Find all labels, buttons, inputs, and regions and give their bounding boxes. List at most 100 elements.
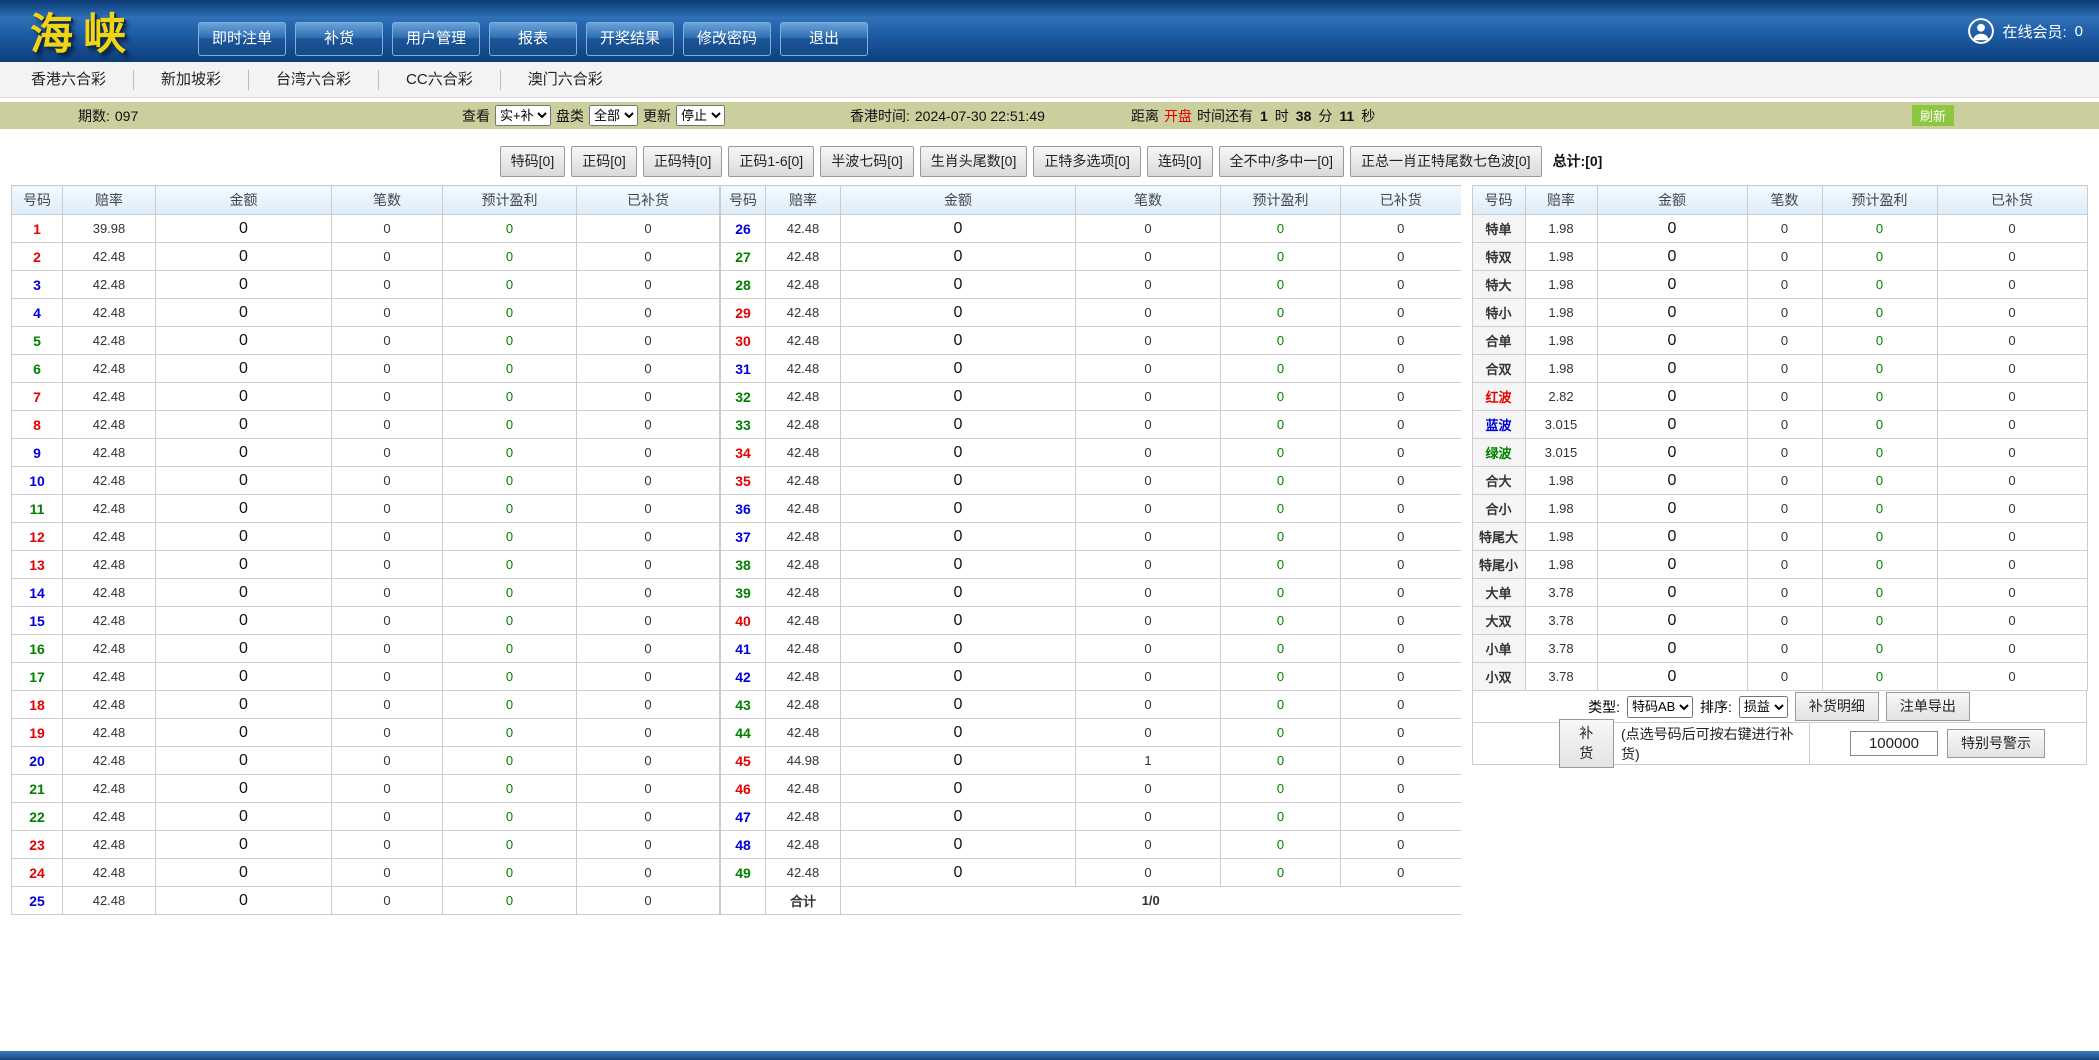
special-bet-row[interactable]: 特单1.980000 (1472, 215, 2087, 243)
bet-category-filter-button[interactable]: 全不中/多中一[0] (1219, 146, 1344, 177)
number-row[interactable]: 4544.980100 (721, 747, 1461, 775)
number-row[interactable]: 2642.480000 (721, 215, 1461, 243)
number-row[interactable]: 1842.480000 (12, 691, 720, 719)
number-row[interactable]: 4342.480000 (721, 691, 1461, 719)
special-bet-row[interactable]: 合双1.980000 (1472, 355, 2087, 383)
special-bet-row[interactable]: 红波2.820000 (1472, 383, 2087, 411)
number-row[interactable]: 2242.480000 (12, 803, 720, 831)
special-bet-row[interactable]: 小单3.780000 (1472, 635, 2087, 663)
special-bet-row[interactable]: 大双3.780000 (1472, 607, 2087, 635)
number-row[interactable]: 1542.480000 (12, 607, 720, 635)
special-bet-row[interactable]: 绿波3.0150000 (1472, 439, 2087, 467)
number-row[interactable]: 1042.480000 (12, 467, 720, 495)
nav-draw-results[interactable]: 开奖结果 (586, 22, 674, 56)
nav-user-management[interactable]: 用户管理 (392, 22, 480, 56)
sort-select[interactable]: 损益 (1739, 696, 1788, 718)
tab-singapore-lottery[interactable]: 新加坡彩 (134, 70, 249, 90)
number-row[interactable]: 4842.480000 (721, 831, 1461, 859)
tab-hk-lottery[interactable]: 香港六合彩 (4, 70, 134, 90)
special-bet-row[interactable]: 特尾小1.980000 (1472, 551, 2087, 579)
number-row[interactable]: 3642.480000 (721, 495, 1461, 523)
number-row[interactable]: 2342.480000 (12, 831, 720, 859)
tab-taiwan-lottery[interactable]: 台湾六合彩 (249, 70, 379, 90)
special-bet-row[interactable]: 合单1.980000 (1472, 327, 2087, 355)
bet-category-filter-button[interactable]: 连码[0] (1147, 146, 1213, 177)
tab-macau-lottery[interactable]: 澳门六合彩 (501, 70, 630, 90)
number-row[interactable]: 2442.480000 (12, 859, 720, 887)
refresh-button[interactable]: 刷新 (1912, 105, 1954, 126)
update-select[interactable]: 停止 (676, 105, 725, 126)
type-select[interactable]: 特码AB (1627, 696, 1693, 718)
restock-button[interactable]: 补货 (1559, 719, 1614, 768)
number-row[interactable]: 542.480000 (12, 327, 720, 355)
number-row[interactable]: 3842.480000 (721, 551, 1461, 579)
number-row[interactable]: 3542.480000 (721, 467, 1461, 495)
number-row[interactable]: 139.980000 (12, 215, 720, 243)
bet-category-filter-button[interactable]: 特码[0] (500, 146, 566, 177)
number-row[interactable]: 242.480000 (12, 243, 720, 271)
restock-detail-button[interactable]: 补货明细 (1795, 692, 1879, 721)
number-row[interactable]: 942.480000 (12, 439, 720, 467)
special-bet-row[interactable]: 合小1.980000 (1472, 495, 2087, 523)
number-row[interactable]: 2042.480000 (12, 747, 720, 775)
special-bet-row[interactable]: 特双1.980000 (1472, 243, 2087, 271)
number-row[interactable]: 3342.480000 (721, 411, 1461, 439)
number-row[interactable]: 4742.480000 (721, 803, 1461, 831)
nav-logout[interactable]: 退出 (780, 22, 868, 56)
tab-cc-lottery[interactable]: CC六合彩 (379, 70, 501, 90)
number-row[interactable]: 1342.480000 (12, 551, 720, 579)
bet-count-value: 0 (1747, 607, 1822, 635)
number-row[interactable]: 4442.480000 (721, 719, 1461, 747)
number-row[interactable]: 1742.480000 (12, 663, 720, 691)
number-row[interactable]: 2142.480000 (12, 775, 720, 803)
special-bet-row[interactable]: 特大1.980000 (1472, 271, 2087, 299)
number-row[interactable]: 3242.480000 (721, 383, 1461, 411)
number-row[interactable]: 2842.480000 (721, 271, 1461, 299)
alert-amount-input[interactable] (1850, 731, 1938, 756)
special-number-alert-button[interactable]: 特别号警示 (1947, 729, 2045, 758)
nav-instant-orders[interactable]: 即时注单 (198, 22, 286, 56)
bet-category-filter-button[interactable]: 正特多选项[0] (1033, 146, 1141, 177)
bet-category-filter-button[interactable]: 半波七码[0] (820, 146, 914, 177)
number-row[interactable]: 3042.480000 (721, 327, 1461, 355)
bet-category-filter-button[interactable]: 正总一肖正特尾数七色波[0] (1350, 146, 1542, 177)
bet-category-filter-button[interactable]: 生肖头尾数[0] (920, 146, 1028, 177)
number-row[interactable]: 3142.480000 (721, 355, 1461, 383)
number-row[interactable]: 1142.480000 (12, 495, 720, 523)
number-row[interactable]: 3442.480000 (721, 439, 1461, 467)
special-bet-row[interactable]: 小双3.780000 (1472, 663, 2087, 691)
number-row[interactable]: 1442.480000 (12, 579, 720, 607)
bet-category-filter-button[interactable]: 正码1-6[0] (728, 146, 814, 177)
nav-restock[interactable]: 补货 (295, 22, 383, 56)
number-row[interactable]: 1942.480000 (12, 719, 720, 747)
number-row[interactable]: 1642.480000 (12, 635, 720, 663)
special-bet-row[interactable]: 合大1.980000 (1472, 467, 2087, 495)
number-row[interactable]: 842.480000 (12, 411, 720, 439)
nav-change-password[interactable]: 修改密码 (683, 22, 771, 56)
number-row[interactable]: 2542.480000 (12, 887, 720, 915)
number-row[interactable]: 2942.480000 (721, 299, 1461, 327)
special-bet-row[interactable]: 蓝波3.0150000 (1472, 411, 2087, 439)
order-export-button[interactable]: 注单导出 (1886, 692, 1970, 721)
special-bet-row[interactable]: 特小1.980000 (1472, 299, 2087, 327)
number-row[interactable]: 642.480000 (12, 355, 720, 383)
number-row[interactable]: 2742.480000 (721, 243, 1461, 271)
nav-reports[interactable]: 报表 (489, 22, 577, 56)
number-row[interactable]: 1242.480000 (12, 523, 720, 551)
bet-category-filter-button[interactable]: 正码特[0] (643, 146, 723, 177)
number-row[interactable]: 4242.480000 (721, 663, 1461, 691)
special-bet-row[interactable]: 大单3.780000 (1472, 579, 2087, 607)
number-row[interactable]: 342.480000 (12, 271, 720, 299)
pan-select[interactable]: 全部 (589, 105, 638, 126)
special-bet-row[interactable]: 特尾大1.980000 (1472, 523, 2087, 551)
number-row[interactable]: 4942.480000 (721, 859, 1461, 887)
number-row[interactable]: 742.480000 (12, 383, 720, 411)
number-row[interactable]: 3942.480000 (721, 579, 1461, 607)
number-row[interactable]: 4042.480000 (721, 607, 1461, 635)
number-row[interactable]: 442.480000 (12, 299, 720, 327)
view-select[interactable]: 实+补 (495, 105, 551, 126)
number-row[interactable]: 4142.480000 (721, 635, 1461, 663)
number-row[interactable]: 4642.480000 (721, 775, 1461, 803)
number-row[interactable]: 3742.480000 (721, 523, 1461, 551)
bet-category-filter-button[interactable]: 正码[0] (571, 146, 637, 177)
